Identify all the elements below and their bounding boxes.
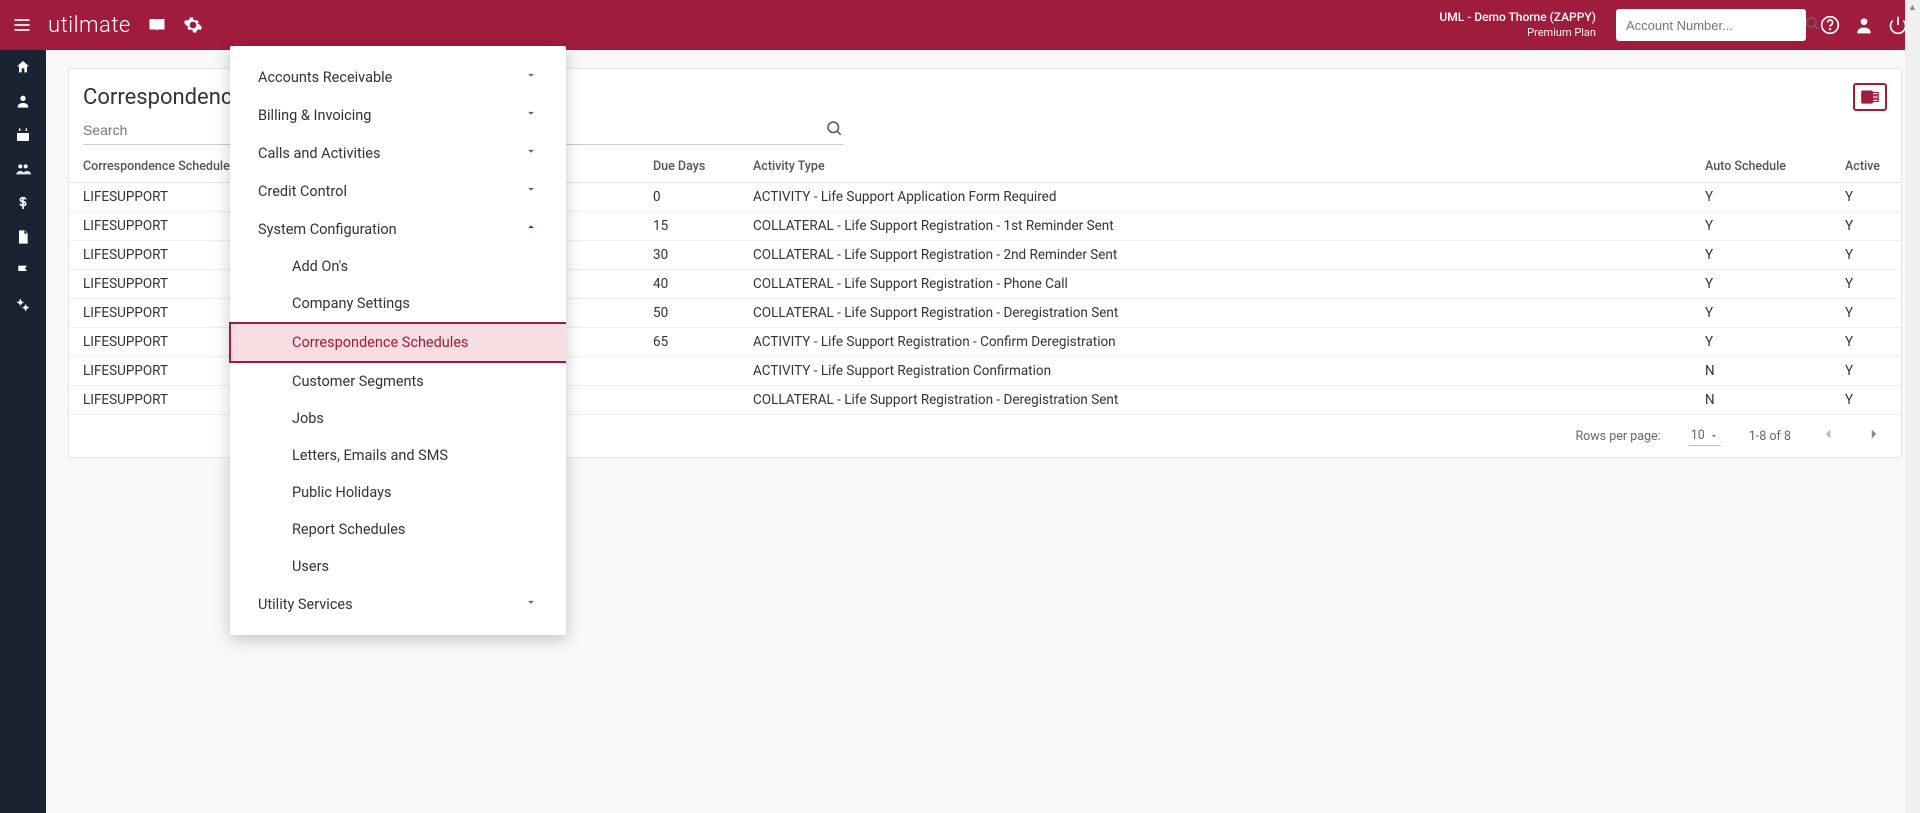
menu-item[interactable]: Customer Segments	[230, 363, 566, 400]
chevron-down-icon	[1709, 431, 1719, 441]
col-header-activity[interactable]: Activity Type	[739, 151, 1691, 183]
help-icon[interactable]	[1820, 15, 1840, 35]
chevron-down-icon	[524, 595, 538, 613]
menu-group-label: Billing & Invoicing	[258, 107, 371, 124]
menu-item[interactable]: Jobs	[230, 400, 566, 437]
table-cell: ACTIVITY - Life Support Registration - C…	[739, 328, 1691, 357]
pager-next-button[interactable]	[1865, 425, 1883, 447]
org-plan: Premium Plan	[1439, 26, 1596, 40]
book-icon[interactable]	[147, 16, 167, 34]
table-cell: COLLATERAL - Life Support Registration -…	[739, 299, 1691, 328]
menu-group-label: Utility Services	[258, 596, 353, 613]
pager-rows-label: Rows per page:	[1575, 429, 1660, 444]
table-cell: COLLATERAL - Life Support Registration -…	[739, 212, 1691, 241]
table-cell: Y	[1691, 183, 1831, 212]
table-cell: Y	[1831, 357, 1901, 386]
table-cell: 15	[639, 212, 739, 241]
table-cell: Y	[1691, 212, 1831, 241]
sidebar-home-icon[interactable]	[0, 50, 46, 84]
table-cell: N	[1691, 386, 1831, 415]
table-cell	[639, 386, 739, 415]
app-header: utilmate UML - Demo Thorne (ZAPPY) Premi…	[0, 0, 1920, 50]
sidebar-group-icon[interactable]	[0, 152, 46, 186]
table-cell: Y	[1831, 212, 1901, 241]
col-header-duedays[interactable]: Due Days	[639, 151, 739, 183]
menu-group-label: System Configuration	[258, 221, 397, 238]
menu-item[interactable]: Add On's	[230, 248, 566, 285]
menu-item[interactable]: Letters, Emails and SMS	[230, 437, 566, 474]
chevron-down-icon	[524, 68, 538, 86]
menu-group[interactable]: System Configuration	[230, 210, 566, 248]
sidebar-gears-icon[interactable]	[0, 288, 46, 322]
col-header-active[interactable]: Active	[1831, 151, 1901, 183]
hamburger-menu-icon[interactable]	[12, 15, 32, 35]
export-excel-button[interactable]: x	[1853, 83, 1887, 111]
menu-group[interactable]: Credit Control	[230, 172, 566, 210]
app-logo: utilmate	[48, 13, 131, 38]
chevron-down-icon	[524, 106, 538, 124]
table-cell: COLLATERAL - Life Support Registration -…	[739, 386, 1691, 415]
org-info: UML - Demo Thorne (ZAPPY) Premium Plan	[1439, 10, 1596, 40]
table-cell: Y	[1831, 241, 1901, 270]
table-cell: Y	[1831, 270, 1901, 299]
table-cell: ACTIVITY - Life Support Registration Con…	[739, 357, 1691, 386]
table-cell: COLLATERAL - Life Support Registration -…	[739, 241, 1691, 270]
table-cell	[639, 357, 739, 386]
table-cell: ACTIVITY - Life Support Application Form…	[739, 183, 1691, 212]
sidebar-document-icon[interactable]	[0, 220, 46, 254]
org-name: UML - Demo Thorne (ZAPPY)	[1439, 10, 1596, 26]
chevron-down-icon	[524, 144, 538, 162]
menu-item[interactable]: Company Settings	[230, 285, 566, 322]
page-scrollbar[interactable]: ▲	[1905, 0, 1920, 813]
table-cell: 30	[639, 241, 739, 270]
pager-range: 1-8 of 8	[1749, 429, 1791, 444]
menu-group[interactable]: Utility Services	[230, 585, 566, 623]
table-cell: Y	[1831, 299, 1901, 328]
search-icon[interactable]	[1804, 15, 1820, 35]
sidebar-dollar-icon[interactable]	[0, 186, 46, 220]
account-search[interactable]	[1616, 9, 1806, 41]
table-cell: Y	[1691, 299, 1831, 328]
sidebar-user-icon[interactable]	[0, 84, 46, 118]
menu-item[interactable]: Correspondence Schedules	[229, 322, 566, 363]
table-cell: N	[1691, 357, 1831, 386]
sidebar-flag-icon[interactable]	[0, 254, 46, 288]
table-cell: Y	[1691, 241, 1831, 270]
menu-item[interactable]: Public Holidays	[230, 474, 566, 511]
search-icon[interactable]	[825, 119, 843, 141]
table-cell: Y	[1831, 386, 1901, 415]
table-cell: 0	[639, 183, 739, 212]
menu-group[interactable]: Billing & Invoicing	[230, 96, 566, 134]
table-cell: 40	[639, 270, 739, 299]
menu-item[interactable]: Report Schedules	[230, 511, 566, 548]
chevron-up-icon	[524, 220, 538, 238]
menu-group-label: Calls and Activities	[258, 145, 380, 162]
pager-prev-button[interactable]	[1819, 425, 1837, 447]
settings-gears-icon[interactable]	[183, 15, 203, 35]
table-cell: 65	[639, 328, 739, 357]
user-icon[interactable]	[1854, 15, 1874, 35]
pager-rows-select[interactable]: 10	[1689, 426, 1721, 446]
table-cell: Y	[1691, 328, 1831, 357]
menu-group[interactable]: Accounts Receivable	[230, 58, 566, 96]
account-search-input[interactable]	[1624, 17, 1804, 34]
table-cell: Y	[1691, 270, 1831, 299]
sidebar-nav	[0, 50, 46, 813]
table-cell: 50	[639, 299, 739, 328]
settings-dropdown: Accounts Receivable Billing & Invoicing Ca…	[230, 46, 566, 635]
menu-group[interactable]: Calls and Activities	[230, 134, 566, 172]
scroll-up-arrow[interactable]: ▲	[1905, 0, 1920, 15]
table-cell: Y	[1831, 328, 1901, 357]
menu-group-label: Credit Control	[258, 183, 347, 200]
table-cell: Y	[1831, 183, 1901, 212]
table-cell: COLLATERAL - Life Support Registration -…	[739, 270, 1691, 299]
menu-item[interactable]: Users	[230, 548, 566, 585]
pager-rows-value: 10	[1691, 428, 1705, 443]
chevron-down-icon	[524, 182, 538, 200]
col-header-auto[interactable]: Auto Schedule	[1691, 151, 1831, 183]
sidebar-calendar-icon[interactable]	[0, 118, 46, 152]
menu-group-label: Accounts Receivable	[258, 69, 392, 86]
